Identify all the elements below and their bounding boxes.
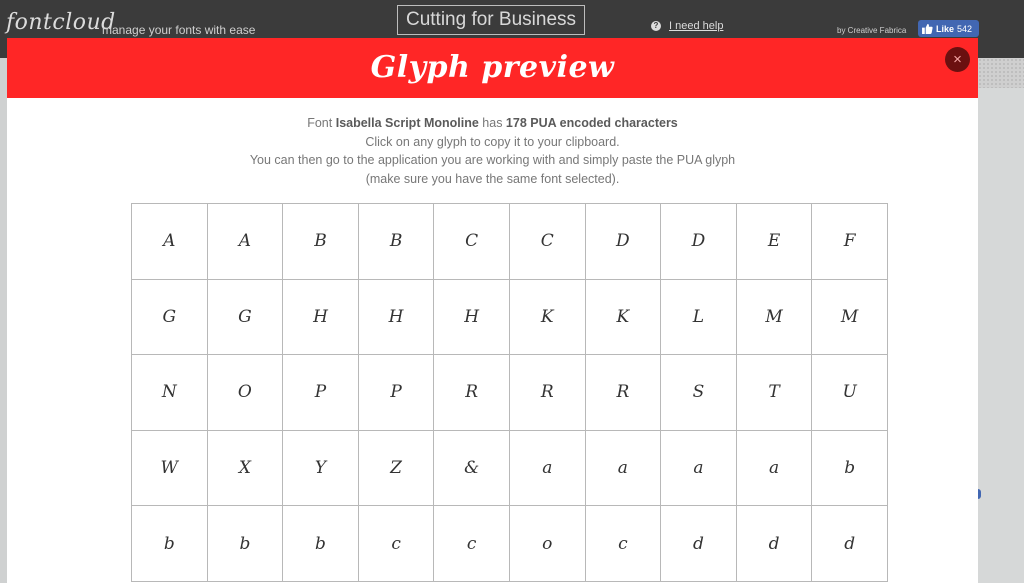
glyph-cell[interactable]: a — [661, 430, 737, 507]
glyph-cell[interactable]: E — [736, 204, 813, 280]
modal-title: Glyph preview — [370, 50, 615, 85]
glyph-cell[interactable]: & — [434, 430, 510, 507]
glyph-cell[interactable]: G — [132, 279, 208, 356]
byline: by Creative Fabrica — [837, 26, 907, 35]
help-label[interactable]: I need help — [669, 20, 723, 32]
glyph-cell[interactable]: M — [736, 279, 813, 356]
fontcloud-logo[interactable]: fontcloud — [6, 10, 116, 35]
glyph-cell[interactable]: H — [358, 279, 435, 356]
question-circle-icon: ? — [651, 21, 661, 31]
background-left — [0, 58, 7, 583]
glyph-cell[interactable]: G — [207, 279, 284, 356]
glyph-cell[interactable]: b — [812, 430, 888, 507]
font-info: Font Isabella Script Monoline has 178 PU… — [7, 114, 978, 188]
glyph-cell[interactable]: H — [283, 279, 359, 356]
glyph-cell[interactable]: A — [207, 204, 284, 280]
glyph-cell[interactable]: K — [509, 279, 586, 356]
tagline: manage your fonts with ease — [102, 23, 256, 37]
info-line-2: Click on any glyph to copy it to your cl… — [365, 134, 620, 149]
glyph-cell[interactable]: H — [434, 279, 510, 356]
glyph-cell[interactable]: Y — [283, 430, 359, 507]
glyph-cell[interactable]: C — [509, 204, 586, 280]
glyph-preview-modal: Glyph preview × Font Isabella Script Mon… — [7, 38, 978, 583]
glyph-grid: A A B B C C D D E F G G H H H K K L M M N O P P R R R S T U W X Y Z & a a a a b… — [131, 203, 888, 582]
glyph-cell[interactable]: X — [207, 430, 284, 507]
glyph-cell[interactable]: b — [132, 506, 208, 582]
glyph-cell[interactable]: a — [736, 430, 813, 507]
thumbs-up-icon — [922, 23, 933, 34]
glyph-cell[interactable]: A — [132, 204, 208, 280]
glyph-cell[interactable]: o — [509, 506, 586, 582]
close-button[interactable]: × — [945, 47, 970, 72]
facebook-like-button[interactable]: Like 542 — [918, 20, 979, 37]
info-line-4: (make sure you have the same font select… — [365, 171, 620, 186]
glyph-cell[interactable]: P — [358, 355, 435, 431]
glyph-cell[interactable]: d — [812, 506, 888, 582]
glyph-cell[interactable]: b — [283, 506, 359, 582]
glyph-cell[interactable]: d — [736, 506, 813, 582]
glyph-cell[interactable]: c — [358, 506, 435, 582]
info-line-3: You can then go to the application you a… — [249, 153, 736, 167]
glyph-cell[interactable]: d — [661, 506, 737, 582]
glyph-cell[interactable]: R — [434, 355, 510, 431]
glyph-cell[interactable]: a — [509, 430, 586, 507]
glyph-cell[interactable]: Z — [358, 430, 435, 507]
font-name: Isabella Script Monoline — [335, 116, 479, 130]
glyph-cell[interactable]: T — [736, 355, 813, 431]
like-label: Like — [936, 23, 955, 34]
background-right — [978, 58, 1024, 583]
glyph-cell[interactable]: U — [812, 355, 888, 431]
glyph-cell[interactable]: S — [661, 355, 737, 431]
glyph-cell[interactable]: a — [585, 430, 662, 507]
glyph-cell[interactable]: F — [812, 204, 888, 280]
glyph-cell[interactable]: R — [509, 355, 586, 431]
cutting-for-business-button[interactable]: Cutting for Business — [397, 5, 585, 35]
glyph-cell[interactable]: B — [283, 204, 359, 280]
glyph-cell[interactable]: D — [585, 204, 662, 280]
glyph-count: 178 PUA encoded characters — [505, 116, 678, 130]
glyph-cell[interactable]: N — [132, 355, 208, 431]
help-link[interactable]: ? I need help — [651, 20, 723, 32]
glyph-cell[interactable]: c — [434, 506, 510, 582]
glyph-cell[interactable]: W — [132, 430, 208, 507]
modal-header: Glyph preview × — [7, 38, 978, 98]
glyph-cell[interactable]: b — [207, 506, 284, 582]
like-count: 542 — [957, 23, 973, 34]
glyph-cell[interactable]: R — [585, 355, 662, 431]
close-icon: × — [953, 51, 962, 68]
glyph-cell[interactable]: K — [585, 279, 662, 356]
glyph-cell[interactable]: C — [434, 204, 510, 280]
glyph-cell[interactable]: B — [358, 204, 435, 280]
glyph-cell[interactable]: M — [812, 279, 888, 356]
info-line-1: Font Isabella Script Monoline has 178 PU… — [307, 116, 678, 130]
glyph-cell[interactable]: D — [661, 204, 737, 280]
glyph-cell[interactable]: O — [207, 355, 284, 431]
glyph-cell[interactable]: c — [585, 506, 662, 582]
glyph-cell[interactable]: P — [283, 355, 359, 431]
side-tab-handle[interactable] — [978, 489, 981, 499]
glyph-cell[interactable]: L — [661, 279, 737, 356]
